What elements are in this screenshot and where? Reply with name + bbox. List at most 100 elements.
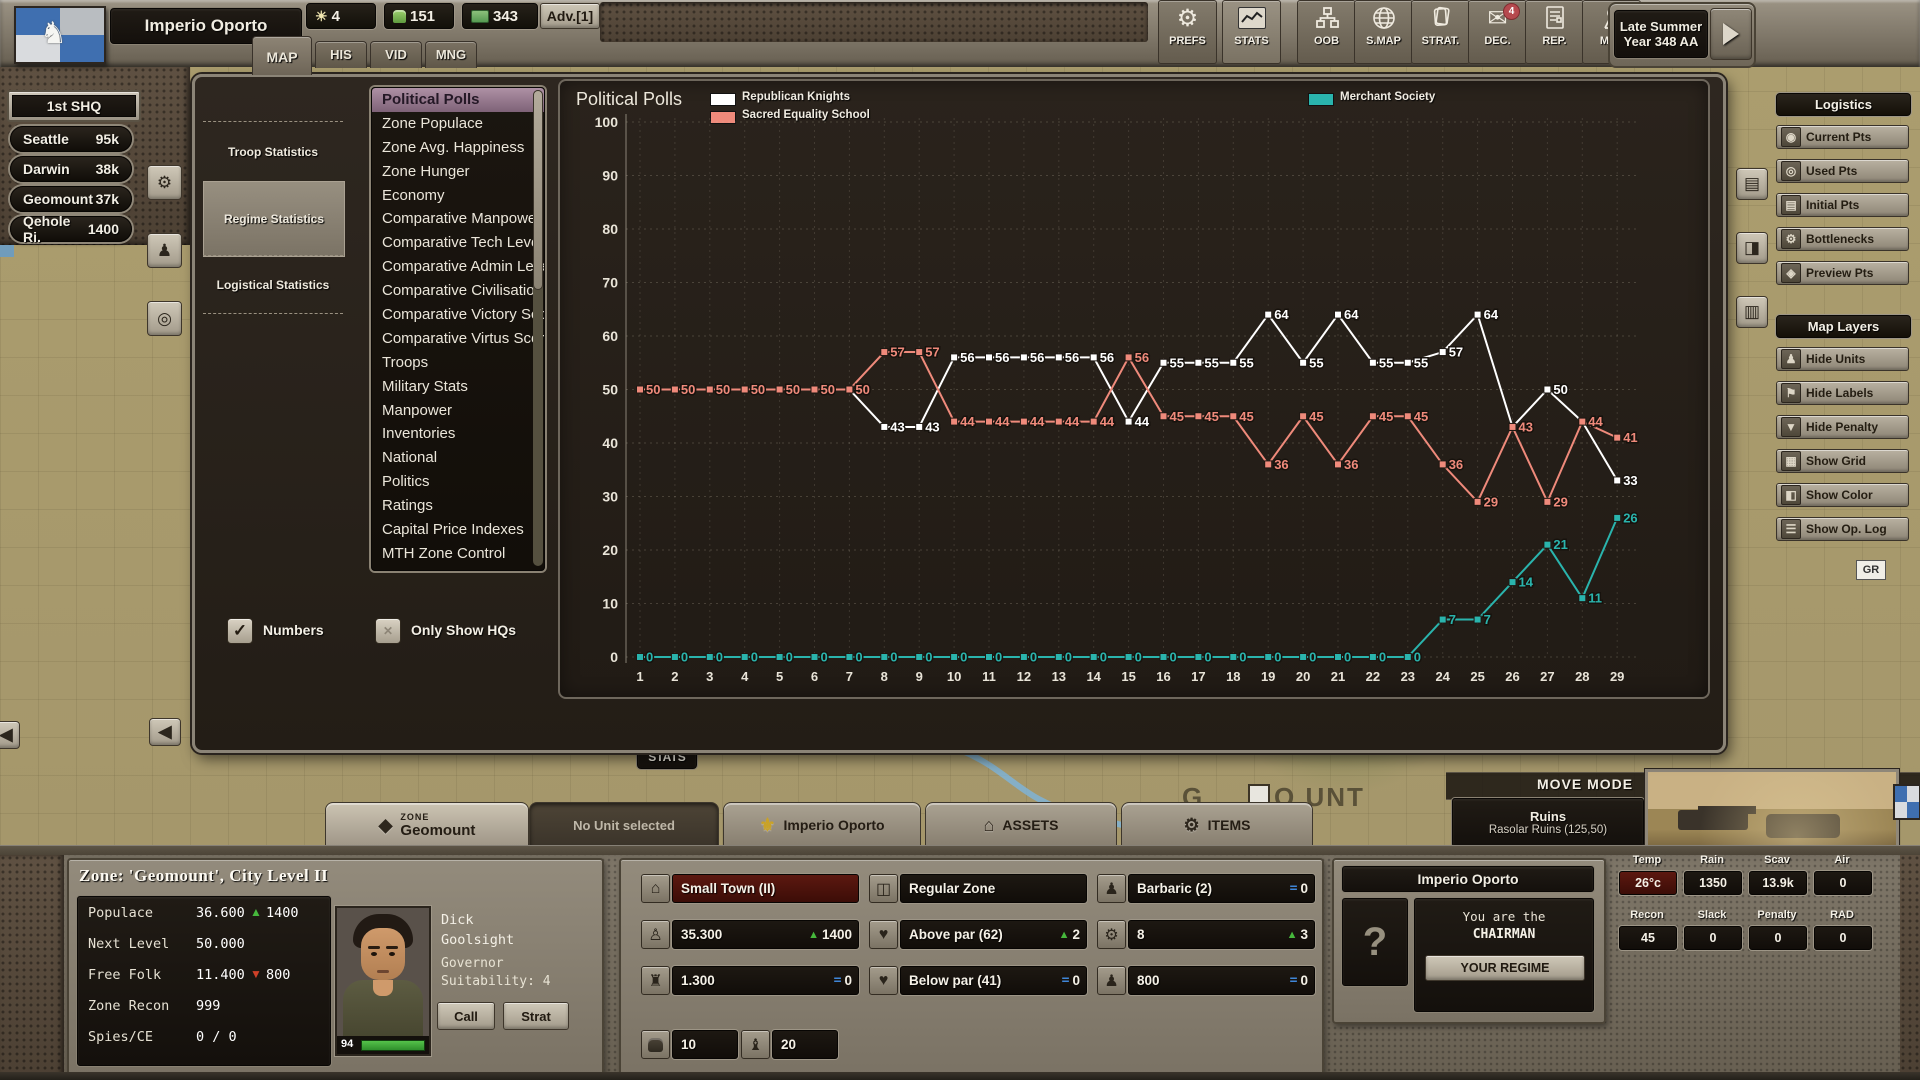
- chart-icon: [1238, 1, 1266, 35]
- seat-icon: ♝: [741, 1030, 770, 1059]
- svg-text:27: 27: [1540, 669, 1554, 684]
- category-tab-logistical[interactable]: Logistical Statistics: [203, 255, 343, 314]
- target-icon[interactable]: ◎: [147, 301, 182, 336]
- next-turn-button[interactable]: [1710, 8, 1752, 60]
- menu-button-dec[interactable]: ✉DEC.4: [1468, 0, 1527, 64]
- your-regime-button[interactable]: YOUR REGIME: [1425, 955, 1585, 981]
- resource-value: 4: [332, 8, 340, 25]
- svg-text:0: 0: [1414, 650, 1421, 665]
- stat-list-item[interactable]: Political Polls: [372, 88, 544, 112]
- stat-list-item[interactable]: Comparative Tech Level: [372, 231, 544, 255]
- regime-flag[interactable]: ♞: [14, 6, 106, 64]
- svg-text:0: 0: [1239, 650, 1246, 665]
- tab-mng[interactable]: MNG: [425, 41, 477, 68]
- sidebar-button-initialpts[interactable]: ▤Initial Pts: [1776, 193, 1909, 217]
- bottom-tab-imperiooporto[interactable]: ⚜Imperio Oporto: [723, 802, 921, 847]
- sidebar-button-hidepenalty[interactable]: ▼Hide Penalty: [1776, 415, 1909, 439]
- zone-stat-delta-wrap: =0: [1290, 875, 1308, 902]
- leader-portrait-placeholder[interactable]: ?: [1342, 898, 1408, 986]
- sidebar-button-showgrid[interactable]: ▦Show Grid: [1776, 449, 1909, 473]
- menu-button-stats[interactable]: STATS: [1222, 0, 1281, 64]
- edge-left-button[interactable]: ◀: [0, 721, 20, 749]
- stat-list-item[interactable]: Ratings: [372, 494, 544, 518]
- svg-text:43: 43: [925, 419, 939, 434]
- trend-eq-icon: =: [1290, 881, 1298, 896]
- stat-list-item[interactable]: Economy: [372, 184, 544, 208]
- sidebar-button-hidelabels[interactable]: ⚑Hide Labels: [1776, 381, 1909, 405]
- sidebar-button-usedpts[interactable]: ◎Used Pts: [1776, 159, 1909, 183]
- stat-list-item[interactable]: Comparative Manpower: [372, 207, 544, 231]
- menu-button-oob[interactable]: OOB: [1297, 0, 1356, 64]
- stat-list-item[interactable]: Comparative Virtus Score: [372, 327, 544, 351]
- checkbox-numbers[interactable]: ✓: [227, 618, 253, 644]
- stat-list-item[interactable]: Comparative Civilisation: [372, 279, 544, 303]
- stat-list-item[interactable]: Politics: [372, 470, 544, 494]
- svg-text:0: 0: [1344, 650, 1351, 665]
- menu-button-prefs[interactable]: ⚙PREFS: [1158, 0, 1217, 64]
- governor-portrait[interactable]: 94: [335, 906, 431, 1056]
- bottom-tab-geomount[interactable]: ◆ZONEGeomount: [325, 802, 529, 847]
- stat-list-item[interactable]: Capital Price Indexes: [372, 518, 544, 542]
- menu-button-rep[interactable]: REP.: [1525, 0, 1584, 64]
- stat-list-item[interactable]: Zone Avg. Happiness: [372, 136, 544, 160]
- stat-list-item[interactable]: Manpower: [372, 399, 544, 423]
- category-tab-troop[interactable]: Troop Statistics: [203, 121, 343, 182]
- stat-list-item[interactable]: Comparative Victory Score: [372, 303, 544, 327]
- governor-button-call[interactable]: Call: [437, 1002, 495, 1030]
- bottom-tab-assets[interactable]: ⌂ASSETS: [925, 802, 1117, 847]
- stat-list-item[interactable]: Comparative Admin Level: [372, 255, 544, 279]
- svg-text:0: 0: [1309, 650, 1316, 665]
- bottom-tab-nounitselected[interactable]: No Unit selected: [529, 802, 719, 847]
- stat-list-item[interactable]: Troops: [372, 351, 544, 375]
- tab-vid[interactable]: VID: [370, 41, 422, 68]
- stat-list-item[interactable]: National: [372, 446, 544, 470]
- bottom-tab-items[interactable]: ⚙ITEMS: [1121, 802, 1313, 847]
- sidebar-button-showoplog[interactable]: ☰Show Op. Log: [1776, 517, 1909, 541]
- tab-his[interactable]: HIS: [315, 41, 367, 68]
- menu-button-smap[interactable]: S.MAP: [1354, 0, 1413, 64]
- sidebar-button-hideunits[interactable]: ♟Hide Units: [1776, 347, 1909, 371]
- svg-text:0: 0: [610, 649, 618, 665]
- stat-list-scroll-thumb[interactable]: [533, 90, 543, 290]
- svg-text:57: 57: [890, 345, 904, 360]
- stat-list-item[interactable]: Zone Hunger: [372, 160, 544, 184]
- bottom-tab-label: Geomount: [400, 822, 475, 839]
- category-tab-regime[interactable]: Regime Statistics: [203, 181, 345, 257]
- sidebar-button-previewpts[interactable]: ◈Preview Pts: [1776, 261, 1909, 285]
- zone-row-delta: 1400: [266, 905, 299, 921]
- relation-strip: 94: [337, 1036, 429, 1054]
- stat-list-item[interactable]: Military Stats: [372, 375, 544, 399]
- svg-text:26: 26: [1623, 510, 1637, 525]
- stat-list-item[interactable]: Inventories: [372, 422, 544, 446]
- unit-photo[interactable]: [1645, 769, 1899, 857]
- sidebar-button-currentpts[interactable]: ◉Current Pts: [1776, 125, 1909, 149]
- env-value-air: 0: [1814, 871, 1872, 895]
- tab-map[interactable]: MAP: [252, 36, 312, 75]
- sidebar-button-label: Hide Labels: [1806, 386, 1873, 400]
- zone-stat-plate: Barbaric (2)=0: [1128, 874, 1315, 903]
- stat-list-item[interactable]: MTH Zone Control: [372, 542, 544, 566]
- zone-stat-delta: 0: [1300, 881, 1308, 896]
- layers-mini-icon[interactable]: ▤: [1736, 168, 1768, 200]
- split-mini-icon[interactable]: ◨: [1736, 232, 1768, 264]
- city-button-seattle[interactable]: Seattle95k: [10, 126, 132, 152]
- menu-button-strat[interactable]: STRAT.: [1411, 0, 1470, 64]
- governor-button-strat[interactable]: Strat: [503, 1002, 569, 1030]
- city-button-darwin[interactable]: Darwin38k: [10, 156, 132, 182]
- sidebar-button-bottlenecks[interactable]: ⚙Bottlenecks: [1776, 227, 1909, 251]
- adv-button[interactable]: Adv.[1]: [540, 3, 600, 29]
- stat-list-item[interactable]: Zone Populace: [372, 112, 544, 136]
- rows-mini-icon[interactable]: ▥: [1736, 296, 1768, 328]
- city-button-qeholeri[interactable]: Qehole Ri.1400: [10, 216, 132, 242]
- bottom-right-pillar: [1900, 855, 1920, 1080]
- svg-text:44: 44: [1100, 414, 1115, 429]
- unit-icon[interactable]: ♟: [147, 233, 182, 268]
- checkbox-onlyshowhqs[interactable]: ✕: [375, 618, 401, 644]
- city-button-geomount[interactable]: Geomount37k: [10, 186, 132, 212]
- shq-header[interactable]: 1st SHQ: [7, 90, 141, 122]
- scroll-left-button[interactable]: ◀: [149, 718, 181, 746]
- sidebar-button-showcolor[interactable]: ◧Show Color: [1776, 483, 1909, 507]
- bottom-tab-label: No Unit selected: [573, 818, 675, 833]
- gear-icon[interactable]: ⚙: [147, 165, 182, 200]
- svg-text:0: 0: [681, 650, 688, 665]
